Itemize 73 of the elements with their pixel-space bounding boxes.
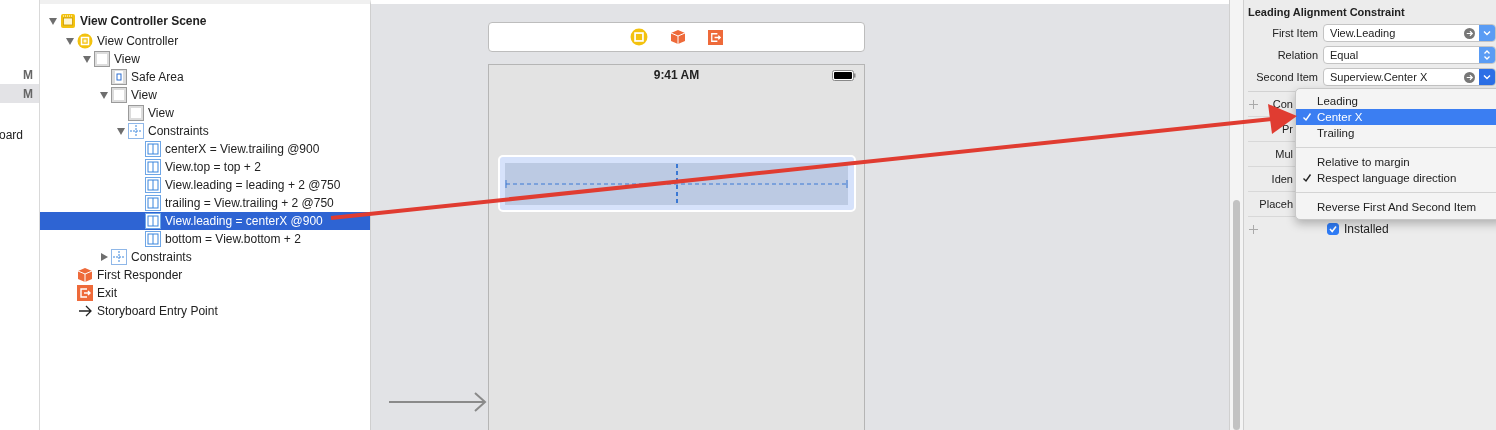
selected-view[interactable] — [498, 155, 856, 212]
popup-field[interactable]: View.Leading — [1323, 24, 1496, 42]
field-label: Mul — [1274, 148, 1293, 160]
arrow-circle-icon[interactable] — [1464, 71, 1475, 83]
view-controller-icon — [77, 33, 93, 49]
stepper-icon[interactable] — [1479, 47, 1495, 63]
view-icon — [94, 51, 110, 67]
constraint-icon — [145, 159, 161, 175]
field-label: Pr — [1281, 123, 1293, 135]
outline-row[interactable]: bottom = View.bottom + 2 — [40, 230, 370, 248]
field-label: Second Item — [1255, 71, 1319, 83]
popup-field[interactable]: Equal — [1323, 46, 1496, 64]
collapsed-triangle-icon[interactable] — [99, 252, 109, 262]
outline-row[interactable]: First Responder — [40, 266, 370, 284]
outline-row[interactable]: Storyboard Entry Point — [40, 302, 370, 320]
constraint-icon — [145, 141, 161, 157]
checkbox-label: Installed — [1344, 222, 1389, 236]
field-label: Placeh — [1259, 198, 1293, 210]
safe-area-icon — [111, 69, 127, 85]
navigator-item[interactable]: oard — [0, 125, 39, 144]
navigator-item[interactable]: M — [0, 84, 39, 103]
scrollbar-thumb[interactable] — [1233, 200, 1240, 430]
cube-icon — [77, 267, 93, 283]
expanded-triangle-icon[interactable] — [99, 90, 109, 100]
outline-row[interactable]: Exit — [40, 284, 370, 302]
exit-icon — [77, 285, 93, 301]
outline-row[interactable]: View — [40, 50, 370, 68]
inspector-title: Leading Alignment Constraint — [1247, 6, 1406, 20]
popup-field[interactable]: Superview.Center X — [1323, 68, 1496, 86]
constraint-icon — [145, 231, 161, 247]
navigator-item[interactable]: M — [0, 65, 39, 84]
constraints-icon — [128, 123, 144, 139]
checkmark-icon — [1301, 173, 1312, 183]
outline-row[interactable]: trailing = View.trailing + 2 @750 — [40, 194, 370, 212]
constraint-icon — [145, 177, 161, 193]
outline-row[interactable]: View.leading = centerX @900 — [40, 212, 370, 230]
expanded-triangle-icon[interactable] — [116, 126, 126, 136]
constraints-icon — [111, 249, 127, 265]
outline-row[interactable]: View.top = top + 2 — [40, 158, 370, 176]
battery-icon — [832, 70, 856, 81]
field-label: Iden — [1270, 173, 1293, 185]
outline-row[interactable]: View Controller Scene — [40, 10, 370, 32]
outline-row[interactable]: View — [40, 86, 370, 104]
chevron-down-icon[interactable] — [1479, 25, 1495, 41]
field-label: Relation — [1276, 49, 1319, 61]
menu-item[interactable]: Leading — [1296, 93, 1496, 109]
view-icon — [128, 105, 144, 121]
outline-row[interactable]: Safe Area — [40, 68, 370, 86]
view-icon — [111, 87, 127, 103]
scene-icon — [60, 13, 76, 29]
outline-row[interactable]: centerX = View.trailing @900 — [40, 140, 370, 158]
arrow-circle-icon[interactable] — [1464, 27, 1475, 39]
menu-item[interactable]: Reverse First And Second Item — [1296, 199, 1496, 215]
outline-row[interactable]: Constraints — [40, 122, 370, 140]
constraint-icon — [145, 213, 161, 229]
status-time: 9:41 AM — [653, 68, 700, 82]
exit-icon[interactable] — [708, 29, 723, 45]
outline-row[interactable]: View.leading = leading + 2 @750 — [40, 176, 370, 194]
installed-checkbox[interactable] — [1327, 223, 1339, 235]
outline-row[interactable]: View Controller — [40, 32, 370, 50]
checkmark-icon — [1301, 112, 1312, 122]
constraint-icon — [145, 195, 161, 211]
field-label: First Item — [1271, 27, 1319, 39]
menu-item[interactable]: Respect language direction — [1296, 170, 1496, 186]
outline-row[interactable]: Constraints — [40, 248, 370, 266]
cube-icon[interactable] — [670, 29, 686, 45]
field-label: Con — [1271, 98, 1293, 110]
chevron-down-icon[interactable] — [1479, 69, 1495, 85]
menu-item[interactable]: Center X — [1296, 109, 1496, 125]
arrow-icon — [77, 303, 93, 319]
outline-row[interactable]: View — [40, 104, 370, 122]
menu-item[interactable]: Relative to margin — [1296, 154, 1496, 170]
menu-item[interactable]: Trailing — [1296, 125, 1496, 141]
